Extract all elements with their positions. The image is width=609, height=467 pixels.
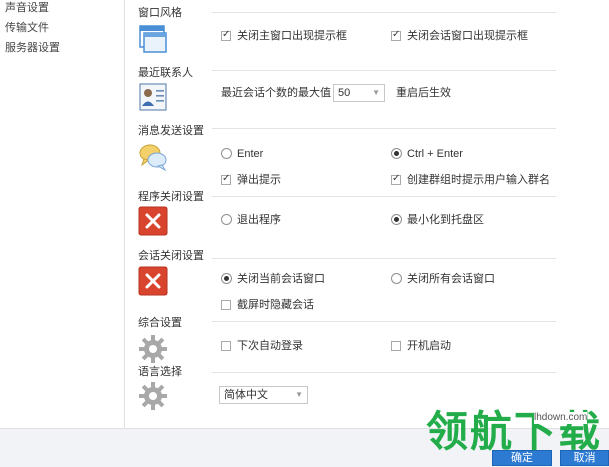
close-main-prompt-label: 关闭主窗口出现提示框 <box>237 30 347 42</box>
auto-start-checkbox[interactable] <box>391 341 401 351</box>
close-chat-prompt-checkbox[interactable] <box>391 29 401 41</box>
sidebar-item-file-transfer[interactable]: 传输文件 <box>5 20 49 36</box>
auto-login-label: 下次自动登录 <box>237 340 303 352</box>
separator <box>212 70 556 71</box>
send-ctrl-enter-label: Ctrl + Enter <box>407 148 463 160</box>
group-name-tip-checkbox[interactable] <box>391 173 401 185</box>
window-style-icon <box>139 25 167 53</box>
popup-tip-label: 弹出提示 <box>237 174 281 186</box>
exit-program-radio[interactable] <box>221 214 232 225</box>
max-recent-label: 最近会话个数的最大值 <box>221 87 331 99</box>
section-title-general: 综合设置 <box>138 317 182 329</box>
minimize-tray-radio[interactable] <box>391 214 402 225</box>
group-name-tip-label: 创建群组时提示用户输入群名 <box>407 174 550 186</box>
hide-on-screenshot-checkbox[interactable] <box>221 300 231 310</box>
close-chat-icon <box>138 266 168 296</box>
separator <box>212 12 556 13</box>
separator <box>212 372 556 373</box>
close-program-icon <box>138 206 168 236</box>
popup-tip-checkbox[interactable] <box>221 173 231 185</box>
chevron-down-icon: ▼ <box>372 88 380 97</box>
language-select[interactable]: 简体中文 ▼ <box>219 386 308 404</box>
settings-window: 声音设置 传输文件 服务器设置 窗口风格 关闭主窗口出现提示框 关闭会话窗口出现… <box>0 0 609 467</box>
close-current-chat-label: 关闭当前会话窗口 <box>237 273 325 285</box>
send-enter-label: Enter <box>237 148 264 160</box>
separator <box>212 128 556 129</box>
chevron-down-icon: ▼ <box>295 390 303 399</box>
max-recent-select[interactable]: 50 ▼ <box>333 84 385 102</box>
section-title-recent-contacts: 最近联系人 <box>138 67 193 79</box>
close-all-chats-label: 关闭所有会话窗口 <box>407 273 495 285</box>
section-title-program-close: 程序关闭设置 <box>138 191 204 203</box>
send-ctrl-enter-radio[interactable] <box>391 148 402 159</box>
exit-program-label: 退出程序 <box>237 214 281 226</box>
close-chat-prompt-label: 关闭会话窗口出现提示框 <box>407 30 528 42</box>
section-title-chat-close: 会话关闭设置 <box>138 250 204 262</box>
close-all-chats-radio[interactable] <box>391 273 402 284</box>
chat-bubble-icon <box>139 144 167 172</box>
auto-start-label: 开机启动 <box>407 340 451 352</box>
sidebar-item-sound[interactable]: 声音设置 <box>5 0 49 16</box>
separator <box>212 321 556 322</box>
sidebar-item-server[interactable]: 服务器设置 <box>5 40 60 56</box>
hide-on-screenshot-label: 截屏时隐藏会话 <box>237 299 314 311</box>
section-title-window-style: 窗口风格 <box>138 7 182 19</box>
close-main-prompt-checkbox[interactable] <box>221 29 231 41</box>
max-recent-value: 50 <box>338 87 351 99</box>
section-title-message-send: 消息发送设置 <box>138 125 204 137</box>
settings-sidebar: 声音设置 传输文件 服务器设置 <box>0 0 125 428</box>
auto-login-checkbox[interactable] <box>221 341 231 351</box>
section-title-language: 语言选择 <box>138 366 182 378</box>
contact-card-icon <box>139 83 167 111</box>
separator <box>212 258 556 259</box>
restart-note: 重启后生效 <box>396 87 451 99</box>
watermark-url: lhdown.com <box>534 412 588 424</box>
gear-icon <box>139 382 167 410</box>
close-current-chat-radio[interactable] <box>221 273 232 284</box>
minimize-tray-label: 最小化到托盘区 <box>407 214 484 226</box>
separator <box>212 196 556 197</box>
gear-icon <box>139 335 167 363</box>
language-select-value: 简体中文 <box>224 389 268 401</box>
send-enter-radio[interactable] <box>221 148 232 159</box>
